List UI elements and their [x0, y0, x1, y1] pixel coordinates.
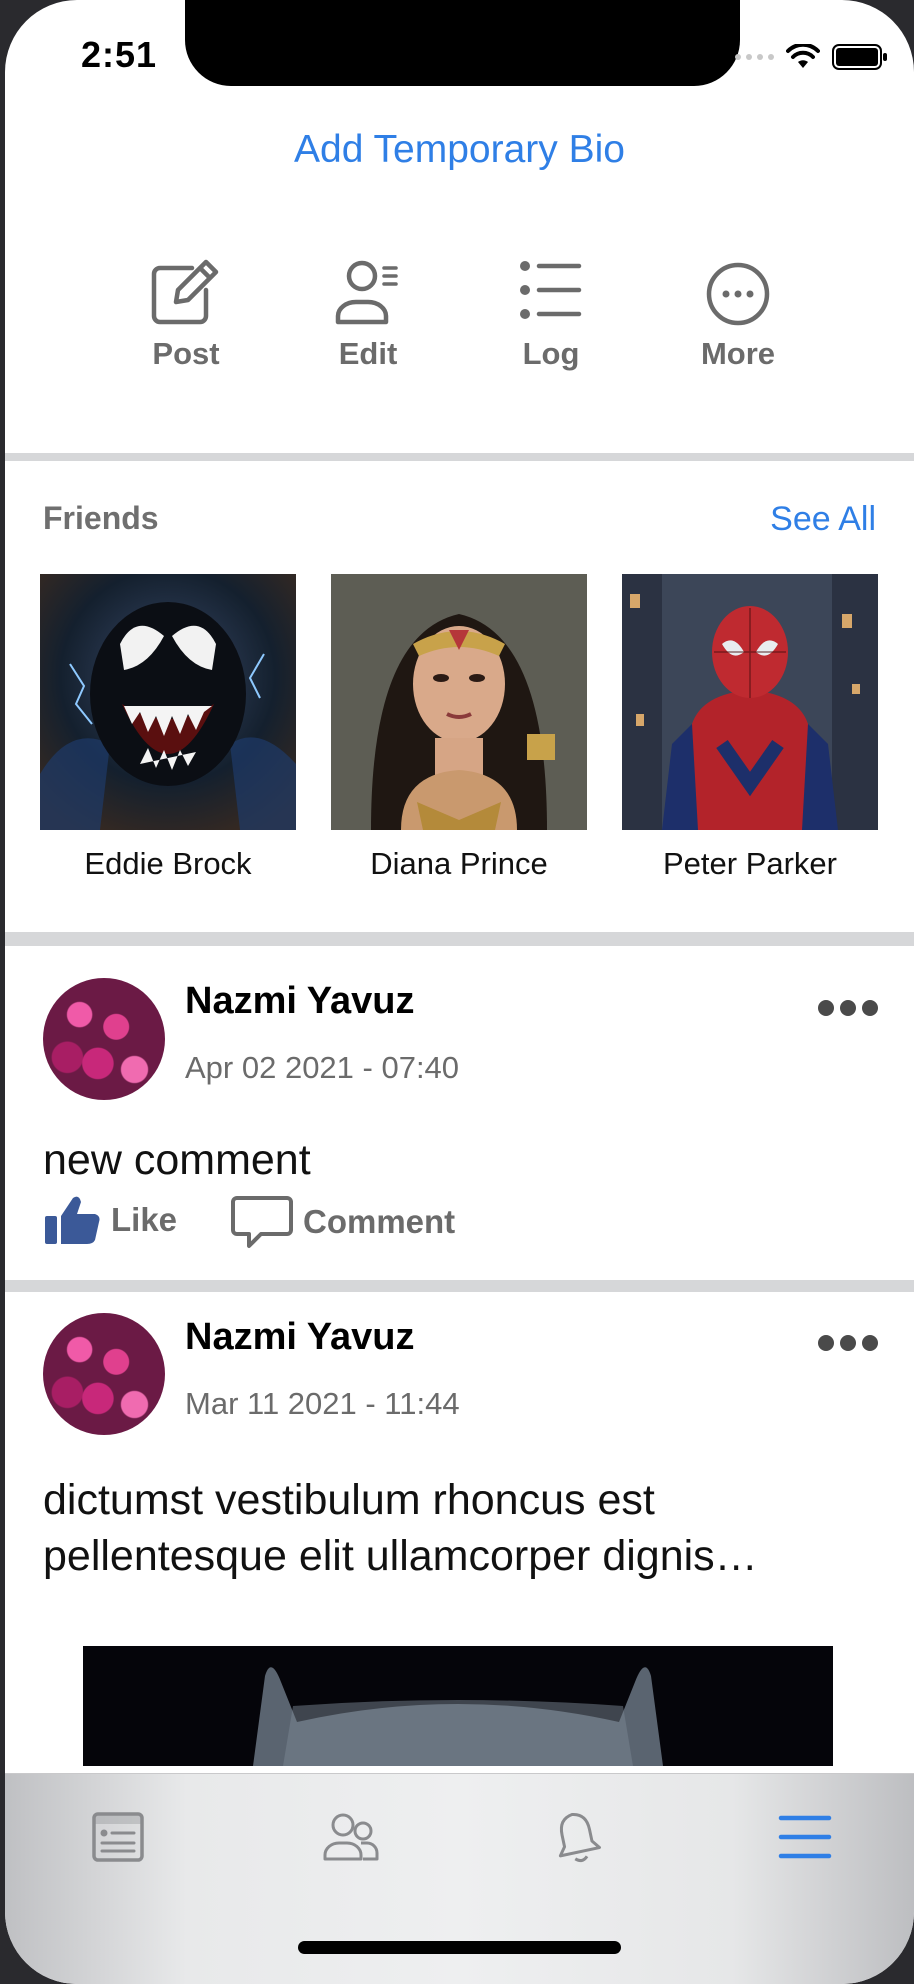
user-edit-icon: [335, 260, 398, 325]
friend-card[interactable]: Diana Prince: [331, 574, 587, 882]
home-indicator[interactable]: [298, 1941, 621, 1954]
like-button[interactable]: Like: [43, 1194, 177, 1246]
profile-actions: Post Edit Log More: [5, 256, 914, 376]
tab-news-feed[interactable]: [83, 1802, 153, 1872]
post-options-icon[interactable]: [818, 1000, 878, 1016]
bell-icon: [558, 1813, 601, 1863]
see-all-friends-link[interactable]: See All: [770, 500, 876, 539]
friend-card[interactable]: Eddie Brock: [40, 574, 296, 882]
friend-photo: [40, 574, 296, 830]
post-button[interactable]: Post: [106, 256, 266, 372]
add-temporary-bio-link[interactable]: Add Temporary Bio: [5, 128, 914, 172]
more-circle-icon: [706, 262, 770, 326]
post-text: new comment: [43, 1136, 311, 1184]
log-button[interactable]: Log: [471, 256, 631, 372]
log-button-label: Log: [522, 336, 580, 371]
friends-icon: [323, 1813, 379, 1861]
post-date: Apr 02 2021 - 07:40: [185, 1050, 460, 1085]
section-divider: [5, 932, 914, 946]
menu-icon: [778, 1815, 832, 1859]
phone-screen: 2:51 Add Temporary Bio Post Edit Log Mor…: [5, 0, 914, 1984]
comment-bubble-icon: [231, 1196, 293, 1248]
post-author-name[interactable]: Nazmi Yavuz: [185, 1316, 415, 1359]
post-text: dictumst vestibulum rhoncus est pellente…: [43, 1476, 758, 1580]
friends-title: Friends: [43, 500, 159, 536]
status-time: 2:51: [81, 34, 158, 75]
cellular-signal-icon: [735, 54, 774, 60]
friend-card[interactable]: Peter Parker: [622, 574, 878, 882]
friend-name: Eddie Brock: [84, 846, 252, 881]
section-divider: [5, 1280, 914, 1292]
post-options-icon[interactable]: [818, 1335, 878, 1351]
device-notch: [185, 0, 740, 86]
tab-friends[interactable]: [316, 1802, 386, 1872]
edit-button-label: Edit: [338, 336, 398, 371]
thumbs-up-icon: [45, 1196, 100, 1244]
more-button-label: More: [700, 336, 776, 371]
post-author-avatar[interactable]: [43, 978, 165, 1100]
friend-name: Peter Parker: [662, 846, 837, 881]
tab-notifications[interactable]: [542, 1802, 612, 1872]
battery-icon: [832, 44, 887, 70]
post-author-avatar[interactable]: [43, 1313, 165, 1435]
edit-button[interactable]: Edit: [288, 256, 448, 372]
friend-photo: [331, 574, 587, 830]
post-button-label: Post: [152, 336, 220, 371]
list-icon: [520, 261, 582, 319]
friend-name: Diana Prince: [370, 846, 548, 881]
section-divider: [5, 453, 914, 461]
comment-button[interactable]: Comment: [231, 1194, 455, 1250]
post-image[interactable]: [83, 1646, 833, 1766]
more-button[interactable]: More: [658, 256, 818, 372]
friend-photo: [622, 574, 878, 830]
post-author-name[interactable]: Nazmi Yavuz: [185, 980, 415, 1023]
comment-label: Comment: [303, 1203, 456, 1240]
post-date: Mar 11 2021 - 11:44: [185, 1386, 460, 1421]
tab-menu[interactable]: [770, 1802, 840, 1872]
status-icons: [735, 44, 888, 70]
status-bar: 2:51: [5, 0, 914, 100]
edit-pencil-icon: [151, 259, 219, 325]
like-label: Like: [111, 1201, 178, 1238]
news-feed-icon: [92, 1812, 144, 1862]
wifi-icon: [786, 44, 820, 68]
